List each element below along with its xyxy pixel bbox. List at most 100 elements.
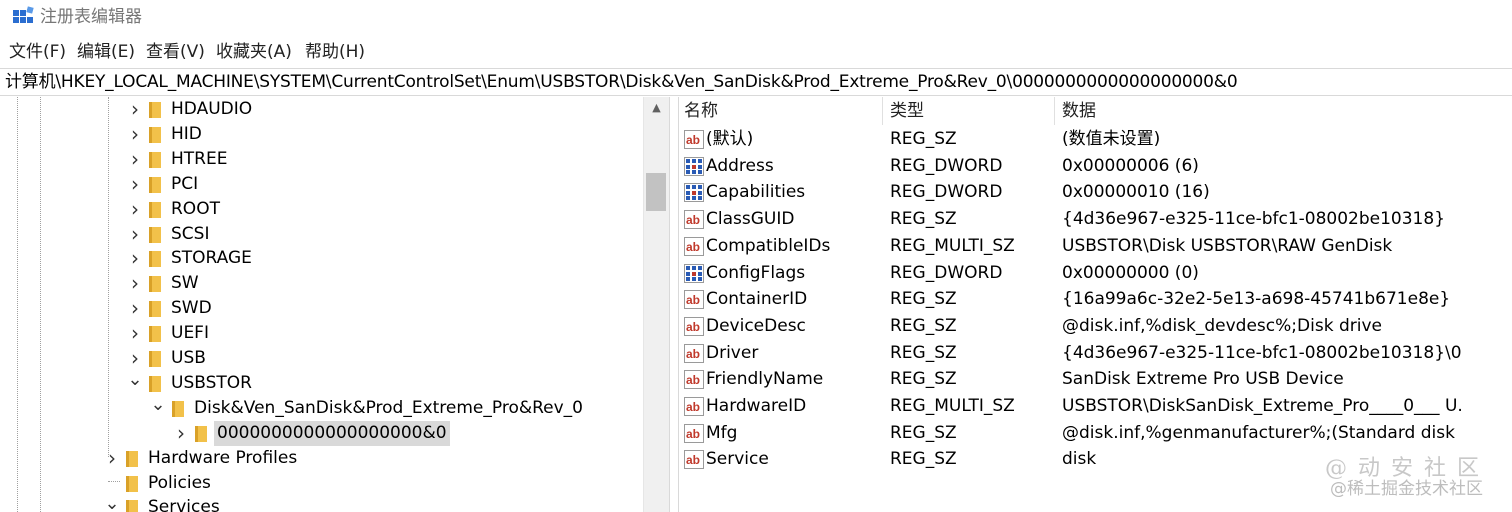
tree-node[interactable]: › PCI bbox=[0, 172, 643, 197]
value-row[interactable]: ab HardwareID REG_MULTI_SZ USBSTOR\DiskSanD… bbox=[678, 393, 1512, 419]
value-row[interactable]: ConfigFlags REG_DWORD 0x00000000 (0) bbox=[678, 260, 1512, 286]
value-name-cell: ConfigFlags bbox=[706, 262, 806, 283]
chevron-right-icon[interactable]: › bbox=[127, 346, 143, 371]
value-row[interactable]: Address REG_DWORD 0x00000006 (6) bbox=[678, 153, 1512, 179]
folder-icon bbox=[149, 102, 161, 118]
tree-node[interactable]: ⌄ Services bbox=[0, 495, 643, 512]
tree-node-label[interactable]: Disk&Ven_SanDisk&Prod_Extreme_Pro&Rev_0 bbox=[191, 396, 586, 421]
tree-node-label[interactable]: PCI bbox=[168, 172, 201, 197]
chevron-right-icon[interactable]: › bbox=[127, 246, 143, 271]
chevron-right-icon[interactable]: › bbox=[127, 122, 143, 147]
tree-node-label[interactable]: HID bbox=[168, 122, 205, 147]
tree-node[interactable]: › 0000000000000000000&0 bbox=[0, 420, 643, 446]
tree-node[interactable]: › UEFI bbox=[0, 321, 643, 346]
value-row[interactable]: ab (默认) REG_SZ (数值未设置) bbox=[678, 126, 1512, 152]
key-tree[interactable]: › HDAUDIO › HID › HTREE › PCI › ROOT › SCSI › STORAGE… bbox=[0, 97, 643, 512]
value-row[interactable]: ab FriendlyName REG_SZ SanDisk Extreme Pro … bbox=[678, 366, 1512, 392]
column-header-type[interactable]: 类型 bbox=[890, 97, 924, 125]
tree-node[interactable]: › HDAUDIO bbox=[0, 97, 643, 122]
tree-node[interactable]: › HTREE bbox=[0, 147, 643, 172]
tree-node-label[interactable]: SW bbox=[168, 271, 202, 296]
tree-scrollbar[interactable]: ▲ bbox=[643, 97, 669, 512]
value-type-cell: REG_DWORD bbox=[890, 262, 1003, 283]
chevron-right-icon[interactable]: › bbox=[173, 421, 189, 446]
chevron-right-icon[interactable]: › bbox=[127, 197, 143, 222]
tree-node-label[interactable]: USB bbox=[168, 346, 209, 371]
value-row[interactable]: ab Driver REG_SZ {4d36e967-e325-11ce-bfc1-0… bbox=[678, 340, 1512, 366]
tree-node-label[interactable]: SWD bbox=[168, 296, 215, 321]
column-header-data[interactable]: 数据 bbox=[1062, 97, 1096, 125]
chevron-down-icon[interactable]: ⌄ bbox=[104, 495, 120, 512]
value-data-cell: USBSTOR\DiskSanDisk_Extreme_Pro____0___ … bbox=[1062, 396, 1462, 416]
value-data-cell: @disk.inf,%disk_devdesc%;Disk drive bbox=[1062, 315, 1382, 336]
tree-node[interactable]: › SCSI bbox=[0, 222, 643, 247]
tree-node-label[interactable]: STORAGE bbox=[168, 246, 255, 271]
folder-icon bbox=[149, 176, 161, 193]
chevron-down-icon[interactable]: ⌄ bbox=[127, 370, 143, 396]
menu-help[interactable]: 帮助(H) bbox=[305, 38, 365, 66]
menu-view[interactable]: 查看(V) bbox=[146, 38, 205, 66]
tree-node[interactable]: Policies bbox=[0, 471, 643, 496]
svg-text:ab: ab bbox=[686, 293, 700, 307]
value-name-cell: CompatibleIDs bbox=[706, 235, 831, 256]
column-separator[interactable] bbox=[1054, 97, 1055, 125]
scroll-thumb[interactable] bbox=[646, 173, 666, 211]
menu-favorites[interactable]: 收藏夹(A) bbox=[216, 38, 292, 66]
tree-node[interactable]: ⌄ Disk&Ven_SanDisk&Prod_Extreme_Pro&Rev_0 bbox=[0, 395, 643, 421]
value-row[interactable]: ab DeviceDesc REG_SZ @disk.inf,%disk_devdes… bbox=[678, 313, 1512, 339]
reg-sz-icon: ab bbox=[684, 397, 704, 416]
tree-node[interactable]: › Hardware Profiles bbox=[0, 446, 643, 471]
tree-node-label[interactable]: USBSTOR bbox=[168, 371, 255, 396]
scroll-up-arrow-icon[interactable]: ▲ bbox=[644, 97, 669, 119]
menu-file[interactable]: 文件(F) bbox=[9, 38, 66, 66]
value-row[interactable]: Capabilities REG_DWORD 0x00000010 (16) bbox=[678, 179, 1512, 205]
value-data-cell: @disk.inf,%genmanufacturer%;(Standard di… bbox=[1062, 422, 1462, 443]
tree-node-label[interactable]: SCSI bbox=[168, 222, 212, 247]
svg-text:ab: ab bbox=[686, 400, 700, 414]
chevron-right-icon[interactable]: › bbox=[127, 172, 143, 197]
tree-node-label[interactable]: Services bbox=[145, 495, 223, 512]
tree-node-label[interactable]: Hardware Profiles bbox=[145, 446, 300, 471]
value-row[interactable]: ab CompatibleIDs REG_MULTI_SZ USBSTOR\Disk … bbox=[678, 233, 1512, 259]
column-header-name[interactable]: 名称 bbox=[684, 97, 718, 125]
tree-node-label[interactable]: ROOT bbox=[168, 197, 223, 222]
tree-node[interactable]: › SWD bbox=[0, 296, 643, 321]
tree-node-label[interactable]: UEFI bbox=[168, 321, 212, 346]
address-bar[interactable]: 计算机\HKEY_LOCAL_MACHINE\SYSTEM\CurrentCon… bbox=[0, 68, 1512, 96]
value-row[interactable]: ab Mfg REG_SZ @disk.inf,%genmanufacturer%;(… bbox=[678, 420, 1512, 446]
chevron-right-icon[interactable]: › bbox=[127, 321, 143, 346]
tree-node-label[interactable]: Policies bbox=[145, 471, 214, 496]
value-row[interactable]: ab ClassGUID REG_SZ {4d36e967-e325-11ce-bfc… bbox=[678, 206, 1512, 232]
regedit-icon bbox=[13, 6, 34, 23]
value-data-cell: USBSTOR\Disk USBSTOR\RAW GenDisk bbox=[1062, 235, 1393, 256]
chevron-right-icon[interactable]: › bbox=[127, 222, 143, 247]
tree-node[interactable]: ⌄ USBSTOR bbox=[0, 370, 643, 396]
chevron-down-icon[interactable]: ⌄ bbox=[150, 395, 166, 421]
value-type-cell: REG_SZ bbox=[890, 422, 957, 443]
tree-node[interactable]: › HID bbox=[0, 122, 643, 147]
value-name-cell: DeviceDesc bbox=[706, 315, 806, 336]
tree-node[interactable]: › SW bbox=[0, 271, 643, 296]
column-separator[interactable] bbox=[882, 97, 883, 125]
chevron-right-icon[interactable]: › bbox=[127, 97, 143, 122]
chevron-right-icon[interactable]: › bbox=[127, 271, 143, 296]
tree-node-label[interactable]: HDAUDIO bbox=[168, 97, 255, 122]
chevron-right-icon[interactable]: › bbox=[127, 296, 143, 321]
tree-node-label[interactable]: 0000000000000000000&0 bbox=[214, 420, 450, 446]
chevron-right-icon[interactable]: › bbox=[104, 446, 120, 471]
tree-node[interactable]: › ROOT bbox=[0, 197, 643, 222]
value-name-cell: Driver bbox=[706, 342, 759, 363]
tree-node[interactable]: › STORAGE bbox=[0, 246, 643, 271]
value-row[interactable]: ab ContainerID REG_SZ {16a99a6c-32e2-5e13-a… bbox=[678, 286, 1512, 312]
folder-icon bbox=[149, 226, 161, 243]
tree-node-label[interactable]: HTREE bbox=[168, 147, 230, 172]
reg-sz-icon: ab bbox=[684, 316, 704, 336]
reg-sz-icon: ab bbox=[684, 370, 704, 390]
menu-edit[interactable]: 编辑(E) bbox=[77, 38, 135, 66]
value-data-cell: {16a99a6c-32e2-5e13-a698-45741b671e8e} bbox=[1062, 289, 1451, 310]
tree-node[interactable]: › USB bbox=[0, 346, 643, 371]
address-path[interactable]: 计算机\HKEY_LOCAL_MACHINE\SYSTEM\CurrentCon… bbox=[5, 70, 1238, 94]
chevron-right-icon[interactable]: › bbox=[127, 147, 143, 172]
folder-icon bbox=[126, 450, 138, 467]
reg-sz-icon: ab bbox=[684, 343, 704, 363]
